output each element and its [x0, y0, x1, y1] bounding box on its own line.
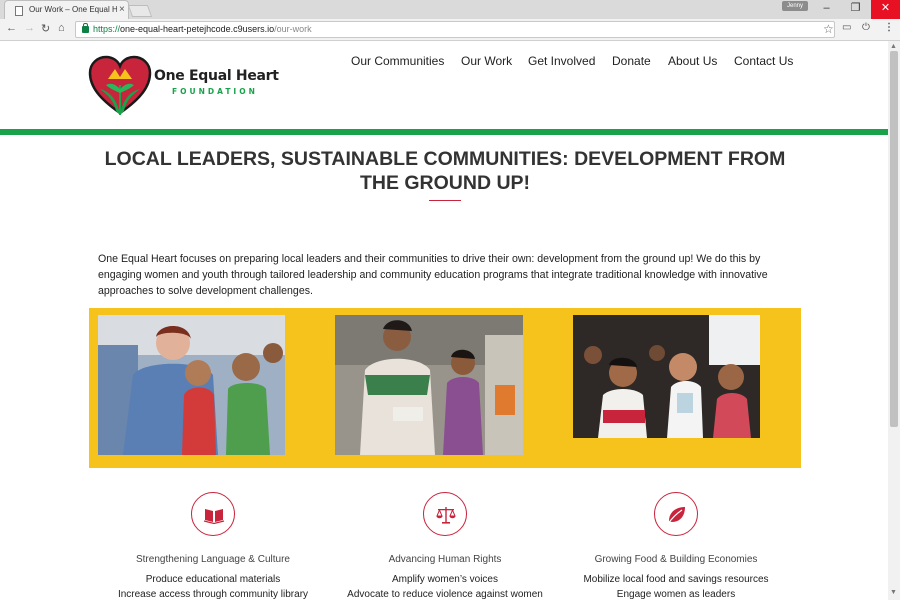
photo-1-illustration [98, 315, 285, 455]
page-viewport: One Equal Heart FOUNDATION Our Communiti… [0, 41, 888, 600]
maximize-button[interactable]: ❐ [841, 0, 870, 19]
focus-title: Growing Food & Building Economies [594, 554, 758, 565]
nav-get-involved[interactable]: Get Involved [528, 54, 595, 68]
intro-paragraph: One Equal Heart focuses on preparing loc… [98, 253, 768, 297]
back-arrow-icon[interactable]: ← [6, 22, 17, 34]
home-icon[interactable]: ⌂ [58, 22, 65, 34]
minimize-button[interactable]: – [812, 0, 841, 19]
focus-item: Produce educational materials [145, 574, 281, 585]
focus-icon-circle [423, 492, 467, 536]
nav-our-work[interactable]: Our Work [461, 54, 512, 68]
nav-about-us[interactable]: About Us [668, 54, 717, 68]
page-title: LOCAL LEADERS, SUSTAINABLE COMMUNITIES: … [104, 148, 786, 194]
main-navigation: Our Communities Our Work Get Involved Do… [0, 54, 888, 70]
bookmark-star-icon[interactable]: ☆ [823, 22, 834, 36]
cast-icon[interactable]: ▭ [842, 22, 851, 33]
focus-icon-circle [191, 492, 235, 536]
focus-icon-circle [654, 492, 698, 536]
tab-title: Our Work – One Equal H [29, 5, 117, 14]
nav-contact-us[interactable]: Contact Us [734, 54, 793, 68]
focus-item: Mobilize local food and savings resource… [583, 574, 769, 585]
logo-subtitle: FOUNDATION [172, 87, 258, 96]
address-bar[interactable]: https://one-equal-heart-petejhcode.c9use… [75, 21, 835, 38]
lock-icon[interactable] [82, 23, 89, 33]
focus-title: Strengthening Language & Culture [135, 554, 290, 565]
logo-name: One Equal Heart [154, 68, 279, 84]
scales-icon [436, 507, 456, 524]
nav-our-communities[interactable]: Our Communities [351, 54, 444, 68]
photo-women-reading [335, 315, 523, 455]
url-scheme: https:// [93, 24, 121, 34]
forward-arrow-icon[interactable]: → [24, 22, 35, 34]
focus-item: Advocate to reduce violence against wome… [347, 589, 543, 600]
scroll-down-arrow-icon[interactable]: ▼ [890, 589, 897, 596]
close-window-button[interactable]: ✕ [871, 0, 900, 19]
url-text[interactable]: https://one-equal-heart-petejhcode.c9use… [93, 24, 312, 34]
url-path: /our-work [274, 24, 312, 34]
browser-titlebar: Our Work – One Equal H × Jenny – ❐ ✕ [0, 0, 900, 19]
focus-item: Increase access through community librar… [117, 589, 309, 600]
profile-badge[interactable]: Jenny [782, 1, 808, 11]
browser-toolbar: ← → ↻ ⌂ https://one-equal-heart-petejhco… [0, 19, 900, 41]
book-icon [203, 509, 225, 525]
photo-3-illustration [573, 315, 760, 438]
power-icon[interactable]: ⏻ [862, 22, 870, 33]
page-icon [15, 6, 23, 16]
leaf-icon [667, 507, 685, 525]
tab-close-icon[interactable]: × [119, 4, 125, 15]
photo-2-illustration [335, 315, 523, 455]
scroll-up-arrow-icon[interactable]: ▲ [890, 43, 897, 50]
reload-icon[interactable]: ↻ [41, 22, 50, 35]
photo-mother-and-child [573, 315, 760, 438]
browser-menu-icon[interactable]: ⋮ [884, 22, 894, 33]
photo-strip [89, 308, 801, 468]
title-underline [429, 200, 461, 201]
focus-item: Amplify women’s voices [392, 574, 498, 585]
nav-donate[interactable]: Donate [612, 54, 651, 68]
focus-item: Engage women as leaders [616, 589, 736, 600]
photo-volunteer-with-children [98, 315, 285, 455]
header-divider [0, 129, 888, 135]
focus-title: Advancing Human Rights [388, 554, 502, 565]
browser-tab[interactable]: Our Work – One Equal H × [4, 0, 129, 19]
url-host: one-equal-heart-petejhcode.c9users.io [120, 24, 275, 34]
page-scrollbar[interactable]: ▲ ▼ [888, 41, 900, 600]
new-tab-button[interactable] [127, 5, 153, 17]
scrollbar-thumb[interactable] [890, 51, 898, 427]
